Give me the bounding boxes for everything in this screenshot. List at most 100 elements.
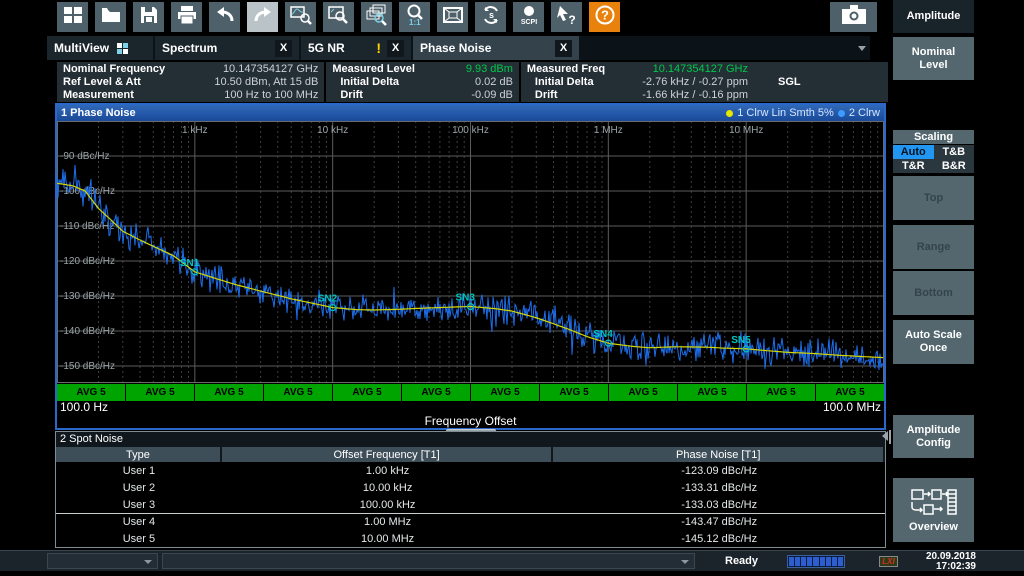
softkey-amplitude-config[interactable]: Amplitude Config [893,415,974,458]
zoom-trace-button[interactable] [285,2,316,32]
y-axis-tick-label: -110 dBc/Hz [60,221,114,232]
sweep-refresh-icon: s [479,3,503,32]
display-frame-button[interactable] [437,2,468,32]
scaling-option-auto[interactable]: Auto [893,145,934,159]
table-cell: -123.09 dBc/Hz [553,462,885,479]
spot-noise-title: 2 Spot Noise [56,432,885,447]
trace-legend: 1 Clrw Lin Smth 5%2 Clrw [726,107,880,119]
info-row: Initial Delta-2.76 kHz / -0.27 ppmSGL [527,76,882,89]
table-cell: User 1 [56,462,222,479]
table-row[interactable]: User 210.00 kHz-133.31 dBc/Hz [56,479,885,496]
scaling-option-t-b[interactable]: T&B [934,145,975,159]
softkey-top[interactable]: Top [893,176,974,220]
softkey-nominal-level[interactable]: Nominal Level [893,37,974,80]
info-column-measured-freq: Measured Freq10.147354127 GHzInitial Del… [521,62,888,102]
stop-frequency: 100.0 MHz [823,401,881,414]
sweep-refresh-button[interactable]: s [475,2,506,32]
y-axis-tick-label: -120 dBc/Hz [60,256,115,267]
info-value: 0.02 dB [475,76,513,89]
trace-legend-label: 2 Clrw [849,107,880,119]
softkey-range[interactable]: Range [893,225,974,269]
info-row: Nominal Frequency10.147354127 GHz [63,63,318,76]
info-row: Measured Freq10.147354127 GHz [527,63,882,76]
tab-close-button[interactable]: X [555,40,572,57]
softkey-label: Overview [909,521,958,534]
multi-window-zoom-button[interactable] [361,2,392,32]
tab-close-button[interactable]: X [387,40,404,57]
info-label: Ref Level & Att [63,76,141,89]
softkey-bottom[interactable]: Bottom [893,271,974,315]
plot-canvas: -90 dBc/Hz-100 dBc/Hz-110 dBc/Hz-120 dBc… [57,121,884,383]
table-row[interactable]: User 41.00 MHz-143.47 dBc/Hz [56,513,885,530]
date-time[interactable]: 20.09.2018 17:02:39 [900,552,976,572]
spot-noise-marker-label: SN3 [456,293,476,304]
table-cell: -133.03 dBc/Hz [553,496,885,513]
start-frequency: 100.0 Hz [60,401,108,414]
scaling-option-t-r[interactable]: T&R [893,159,934,173]
undo-button[interactable] [209,2,240,32]
softkey-auto-scale-once[interactable]: Auto Scale Once [893,320,974,364]
svg-text:1:1: 1:1 [409,18,421,27]
screenshot-button[interactable] [830,2,877,32]
svg-text:s: s [489,10,494,20]
status-ready: Ready [725,551,758,571]
softkey-overview[interactable]: Overview [893,478,974,542]
tab-phase-noise[interactable]: Phase Noise X [413,36,581,60]
column-header-type: Type [56,447,222,462]
avg-segment: AVG 5 [402,384,470,401]
status-dropdown-message[interactable] [162,553,695,569]
context-help-button[interactable]: ? [551,2,582,32]
info-value: 10.50 dBm, Att 15 dB [214,76,318,89]
redo-button[interactable] [247,2,278,32]
phase-noise-window-titlebar: 1 Phase Noise 1 Clrw Lin Smth 5%2 Clrw [57,105,884,121]
chevron-down-icon [144,560,152,564]
open-button[interactable] [95,2,126,32]
info-column-level: Measured Level9.93 dBmInitial Delta0.02 … [326,62,519,102]
info-value: 10.147354127 GHz [653,63,748,76]
status-dropdown-left[interactable] [47,553,158,569]
avg-bar: AVG 5AVG 5AVG 5AVG 5AVG 5AVG 5AVG 5AVG 5… [57,384,884,401]
spot-noise-marker-label: SN2 [318,294,338,305]
avg-segment: AVG 5 [678,384,746,401]
tab-5g-nr[interactable]: 5G NR!X [301,36,413,60]
table-cell: User 5 [56,530,222,547]
zoom-one-to-one-button[interactable]: 1:1 [399,2,430,32]
tab-label: Phase Noise [420,41,491,55]
table-row[interactable]: User 3100.00 kHz-133.03 dBc/Hz [56,496,885,513]
scaling-options: AutoT&BT&RB&R [893,145,974,173]
help-button[interactable]: ? [589,2,620,32]
table-cell: -143.47 dBc/Hz [553,514,885,530]
softkey-panel: Amplitude Nominal LevelTopRangeBottomAut… [893,0,974,549]
avg-segment: AVG 5 [540,384,608,401]
trace-color-dot [726,110,733,117]
table-row[interactable]: User 11.00 kHz-123.09 dBc/Hz [56,462,885,479]
info-row: Drift-0.09 dB [332,89,513,102]
save-button[interactable] [133,2,164,32]
tab-spectrum[interactable]: SpectrumX [155,36,301,60]
zoom-area-button[interactable] [323,2,354,32]
tab-multiview[interactable]: MultiView [47,36,155,60]
table-cell: -145.12 dBc/Hz [553,530,885,547]
spot-noise-table: User 11.00 kHz-123.09 dBc/HzUser 210.00 … [56,462,885,547]
tab-list-dropdown[interactable] [858,46,866,51]
x-axis-tick-label: 1 MHz [594,125,623,136]
info-value: -1.66 kHz / -0.16 ppm [642,89,748,102]
phase-noise-window: 1 Phase Noise 1 Clrw Lin Smth 5%2 Clrw -… [55,103,886,430]
spot-noise-marker-label: SN4 [593,329,613,340]
info-label: Initial Delta [527,76,594,89]
table-row[interactable]: User 510.00 MHz-145.12 dBc/Hz [56,530,885,547]
info-row: Measured Level9.93 dBm [332,63,513,76]
scpi-recorder-button[interactable]: SCPI [513,2,544,32]
scaling-option-b-r[interactable]: B&R [934,159,975,173]
info-label: Measurement [63,89,134,102]
undo-arrow-icon [213,3,237,32]
softkey-label: Auto Scale Once [893,329,974,355]
column-header-phase-noise-t1-: Phase Noise [T1] [553,447,885,462]
scpi-icon: SCPI [517,3,541,32]
table-cell: User 4 [56,514,222,530]
windows-menu-button[interactable] [57,2,88,32]
table-cell: 1.00 MHz [222,514,554,530]
print-button[interactable] [171,2,202,32]
lxi-indicator: LXI [879,556,898,567]
tab-close-button[interactable]: X [275,40,292,57]
